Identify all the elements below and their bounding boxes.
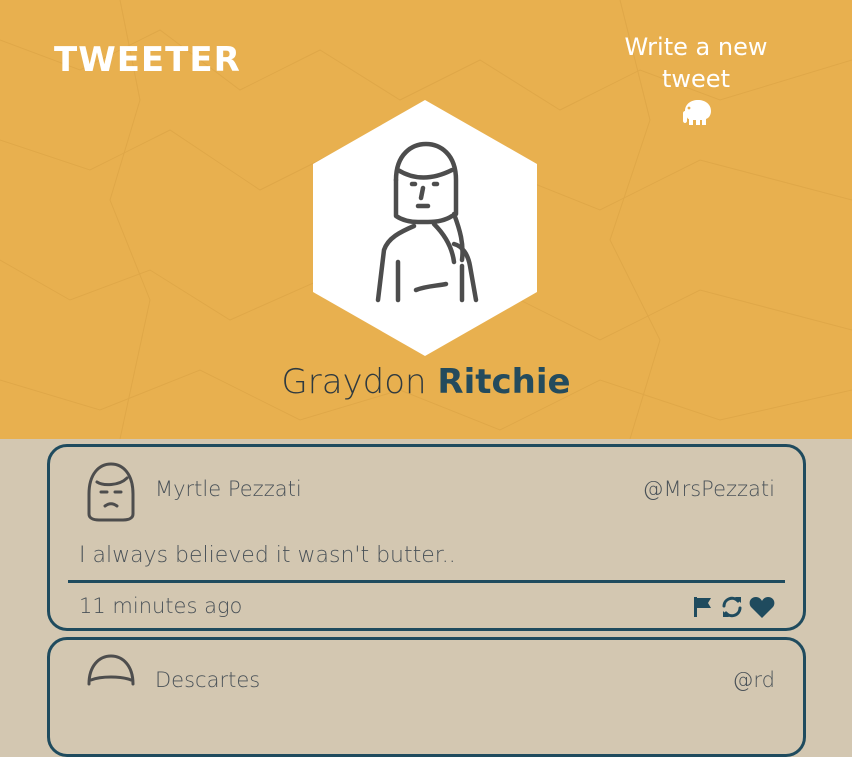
profile-first-name: Graydon	[281, 362, 427, 402]
tweet-actions	[691, 595, 775, 623]
profile-name: Graydon Ritchie	[0, 362, 852, 402]
tweet-author-handle: @MrsPezzati	[642, 477, 775, 501]
retweet-icon[interactable]	[720, 595, 744, 623]
profile-last-name: Ritchie	[437, 362, 571, 402]
user-avatar-icon	[375, 141, 479, 303]
app-logo[interactable]: TWEETER	[54, 40, 241, 80]
tweet-author-handle: @rd	[732, 668, 775, 692]
tweet-author-name: Descartes	[155, 668, 261, 692]
profile-header: TWEETER Write a new tweet Graydon Ritchi…	[0, 0, 852, 439]
tweet-card: Myrtle Pezzati @MrsPezzati I always beli…	[47, 444, 806, 631]
compose-tweet-button[interactable]: Write a new tweet	[596, 31, 796, 127]
tweet-avatar-icon	[87, 462, 135, 522]
tweet-avatar-icon	[87, 654, 135, 686]
profile-avatar	[313, 100, 537, 356]
heart-icon[interactable]	[749, 595, 775, 623]
tweet-content: I always believed it wasn't butter..	[79, 543, 456, 568]
tweet-author-name: Myrtle Pezzati	[155, 477, 302, 501]
flag-icon[interactable]	[691, 595, 715, 623]
tweet-divider	[68, 580, 785, 583]
elephant-icon[interactable]	[679, 97, 713, 127]
tweet-timestamp: 11 minutes ago	[79, 594, 243, 618]
compose-tweet-label[interactable]: Write a new tweet	[596, 31, 796, 95]
tweet-card: Descartes @rd	[47, 637, 806, 757]
